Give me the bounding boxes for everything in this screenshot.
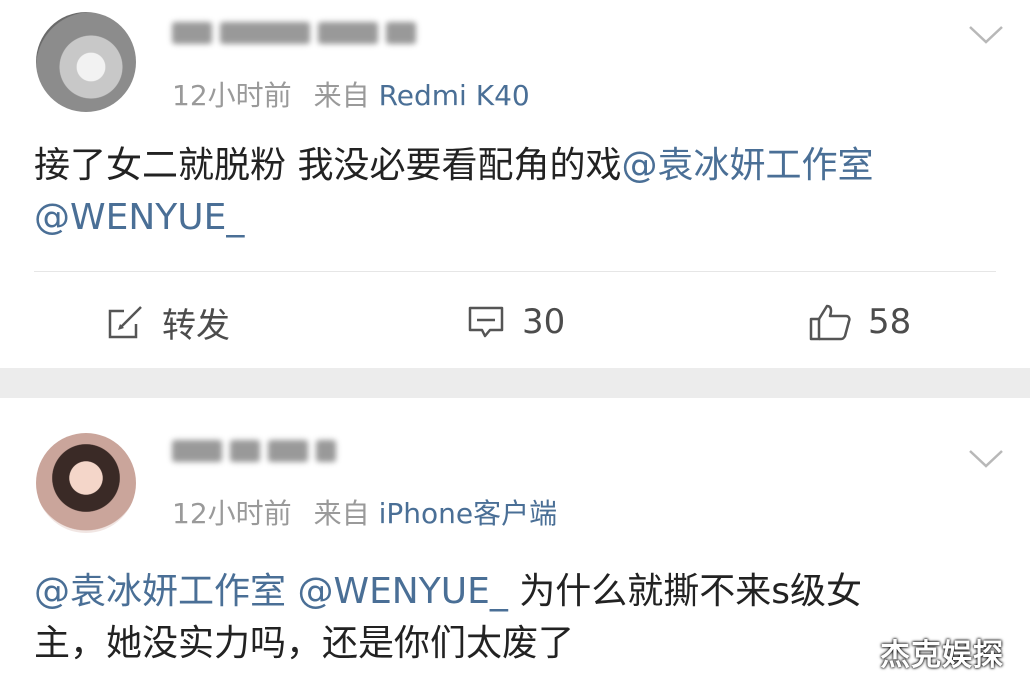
username-blurred[interactable] <box>172 22 452 52</box>
thumbs-up-icon <box>809 304 851 341</box>
mention-link[interactable]: @WENYUE_ <box>34 197 244 238</box>
avatar[interactable] <box>36 433 136 533</box>
chevron-down-icon[interactable] <box>968 24 1004 46</box>
comment-count: 30 <box>522 302 566 342</box>
post-source[interactable]: iPhone客户端 <box>379 497 558 530</box>
watermark: 杰克娱探 <box>880 638 1004 673</box>
comment-icon <box>468 306 504 338</box>
post-text: 主，她没实力吗，还是你们太废了 <box>34 623 575 664</box>
divider <box>34 271 996 272</box>
post-content: @袁冰妍工作室 @WENYUE_ 为什么就撕不来s级女 主，她没实力吗，还是你们… <box>34 566 984 670</box>
post-source[interactable]: Redmi K40 <box>379 79 530 112</box>
mention-link[interactable]: @袁冰妍工作室 <box>621 145 873 186</box>
post-separator <box>0 368 1030 398</box>
username-blurred[interactable] <box>172 440 452 470</box>
post-time: 12小时前 <box>172 79 292 112</box>
from-label: 来自 <box>313 79 370 112</box>
avatar[interactable] <box>36 12 136 112</box>
repost-button[interactable]: 转发 <box>106 300 230 346</box>
mention-link[interactable]: @袁冰妍工作室 <box>34 571 286 612</box>
post-meta: 12小时前 来自 iPhone客户端 <box>172 492 557 532</box>
post-meta: 12小时前 来自 Redmi K40 <box>172 74 530 114</box>
like-count: 58 <box>868 302 912 342</box>
comment-button[interactable]: 30 <box>466 300 565 344</box>
weibo-post-1: 12小时前 来自 Redmi K40 接了女二就脱粉 我没必要看配角的戏@袁冰妍工… <box>0 0 1030 368</box>
chevron-down-icon[interactable] <box>968 448 1004 470</box>
from-label: 来自 <box>313 497 370 530</box>
post-content: 接了女二就脱粉 我没必要看配角的戏@袁冰妍工作室 @WENYUE_ <box>34 140 984 244</box>
like-button[interactable]: 58 <box>808 300 911 344</box>
post-time: 12小时前 <box>172 497 292 530</box>
repost-icon <box>108 306 142 339</box>
post-text: 为什么就撕不来s级女 <box>519 571 863 612</box>
repost-label: 转发 <box>162 305 230 346</box>
post-text: 接了女二就脱粉 我没必要看配角的戏 <box>34 145 622 186</box>
mention-link[interactable]: @WENYUE_ <box>297 571 507 612</box>
action-bar: 转发 30 58 <box>0 290 1030 354</box>
